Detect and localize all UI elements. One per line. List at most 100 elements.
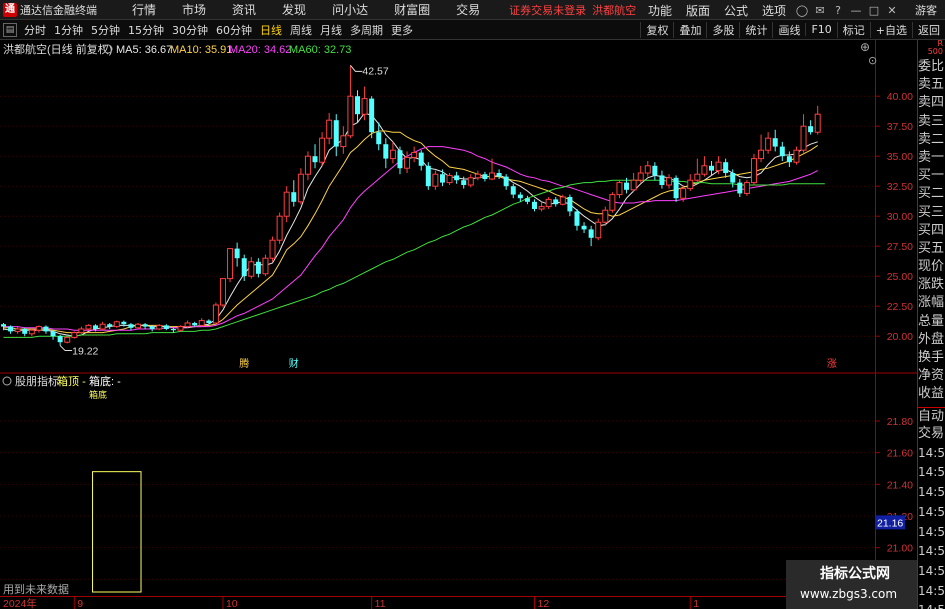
candle-up [347,95,354,137]
period-15min[interactable]: 15分钟 [124,22,168,38]
candle-up [743,182,750,194]
event-marker: 涨 [827,358,837,370]
menu-item-function[interactable]: 功能 [641,2,679,19]
candle-up [701,165,708,175]
period-5min[interactable]: 5分钟 [87,22,124,38]
chart-controls: ⊕ ⊙ [860,40,877,67]
menu-item-news[interactable]: 资讯 [219,1,269,18]
candle-up [156,324,163,330]
year-label: 2024年 [3,597,37,609]
candle-up [85,324,92,330]
mail-icon[interactable]: ✉ [811,4,829,17]
candle-down [532,201,537,209]
candle-up [694,173,701,181]
menu-item-quotes[interactable]: 行情 [119,1,169,18]
candle-down [737,182,743,194]
candle-up [184,322,191,328]
menu-item-layout[interactable]: 版面 [679,2,717,19]
candle-up [276,215,283,241]
back-button[interactable]: 返回 [912,21,945,38]
candle-up [545,198,552,208]
indicator-grid: 21.8021.6021.4021.2021.0020.8021.16 [0,416,913,586]
candle-up [227,248,234,280]
low-marker-line [59,345,73,352]
period-weekly[interactable]: 周线 [286,22,316,38]
period-intraday[interactable]: 分时 [20,22,50,38]
candle-up [758,149,765,160]
event-marker: 腾 [239,357,249,370]
indicator-tick-label: 21.60 [887,448,913,460]
period-multi[interactable]: 多周期 [346,22,387,38]
login-status[interactable]: 证券交易未登录 [509,2,586,18]
close-icon[interactable]: ✕ [883,4,901,17]
auto-trade-label-2[interactable]: 交易 [918,425,945,443]
candle-up [715,161,722,172]
menu-item-market[interactable]: 市场 [169,1,219,18]
multi-stock-button[interactable]: 多股 [706,21,739,38]
candle-up [644,165,651,174]
menu-item-options[interactable]: 选项 [755,2,793,19]
quote-item-label: 卖三 [918,113,945,129]
title-bar: 通 通达信金融终端 行情 市场 资讯 发现 问小达 财富圈 交易 证券交易未登录… [0,0,945,20]
adjust-button[interactable]: 复权 [640,21,673,38]
expand-icon[interactable]: ⊙ [868,54,877,67]
kline-chart[interactable]: 洪都航空(日线 前复权) MA5: 36.67 MA10: 35.91 MA20… [0,40,917,609]
add-watchlist-button[interactable]: +自选 [869,21,912,38]
overlay-button[interactable]: 叠加 [673,21,706,38]
indicator-box [92,471,142,593]
draw-line-button[interactable]: 画线 [772,21,805,38]
period-30min[interactable]: 30分钟 [168,22,212,38]
panel-toggle-icon[interactable]: ▤ [3,22,17,37]
guest-user[interactable]: 游客 [901,2,945,18]
maximize-icon[interactable]: □ [865,4,883,17]
candle-down [241,258,247,277]
candle-down [170,329,176,331]
skin-icon[interactable]: ◯ [793,4,811,17]
candle-down [581,225,587,230]
menu-item-discover[interactable]: 发现 [269,1,319,18]
candle-up [319,137,326,163]
price-grid: 40.00 37.50 35.00 32.50 30.00 27.50 25.00 22.50… [0,91,913,343]
minimize-icon[interactable]: — [847,4,865,17]
candle-down [723,162,729,173]
mark-button[interactable]: 标记 [836,21,870,38]
candle-down [93,325,99,329]
menu-item-ask[interactable]: 问小达 [319,1,381,18]
candle-down [22,329,28,334]
period-60min[interactable]: 60分钟 [212,22,256,38]
indicator-tick-label: 21.80 [887,416,913,428]
period-monthly[interactable]: 月线 [316,22,346,38]
ma5-line [3,112,818,337]
candle-down [730,173,736,183]
auto-trade-label[interactable]: 自动 [918,406,945,425]
menu-item-trade[interactable]: 交易 [443,1,493,18]
future-data-note: 用到未来数据 [3,582,69,596]
period-daily[interactable]: 日线 [256,22,286,38]
candle-up [595,221,602,239]
menu-item-formula[interactable]: 公式 [717,2,755,19]
quote-side-panel: R 500 委比 卖五 卖四 卖三 卖二 卖一 买一 买二 买三 买四 买五 现价 涨跌 涨幅 总量 外盘 换手… [917,40,945,609]
candle-up [304,155,311,175]
help-icon[interactable]: ? [829,4,847,17]
candle-down [510,186,516,195]
zoom-in-icon[interactable]: ⊕ [860,40,870,54]
f10-button[interactable]: F10 [805,23,836,36]
candle-down [121,321,127,325]
candle-up [340,135,347,148]
tick-time: 14:56 [918,485,945,500]
candle-up [262,257,269,275]
candle-down [383,144,389,159]
candle-down [142,324,148,327]
indicator-collapse-icon[interactable] [2,376,12,386]
period-more[interactable]: 更多 [387,22,417,38]
candle-down [57,336,63,343]
menu-item-wealth[interactable]: 财富圈 [381,1,443,18]
candle-up [389,149,396,160]
toolbar-right: 复权 叠加 多股 统计 画线 F10 标记 +自选 返回 [640,20,945,39]
candle-up [630,179,637,191]
candle-down [1,324,6,327]
period-1min[interactable]: 1分钟 [50,22,87,38]
candle-up [637,172,644,181]
current-stock-name: 洪都航空 [592,3,637,17]
statistics-button[interactable]: 统计 [739,21,772,38]
